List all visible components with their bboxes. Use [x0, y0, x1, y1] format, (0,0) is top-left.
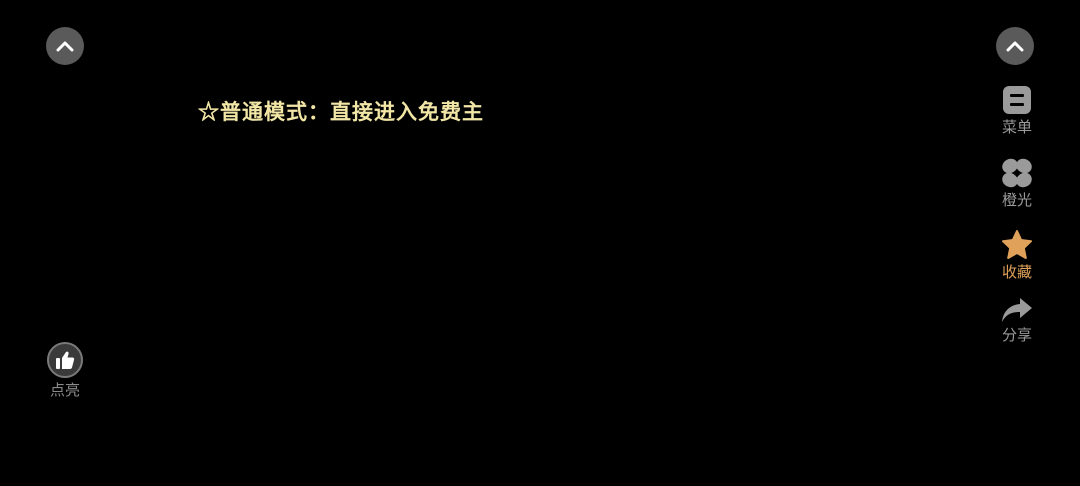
star-icon — [1002, 230, 1032, 259]
share-icon — [1002, 298, 1032, 322]
like-button[interactable]: 点亮 — [43, 342, 87, 399]
sidebar-item-label: 橙光 — [1001, 191, 1032, 209]
like-circle — [47, 342, 83, 378]
sidebar-item-label: 分享 — [1001, 326, 1032, 344]
sidebar-item-orange-light[interactable]: 橙光 — [994, 157, 1040, 209]
chevron-up-icon — [1006, 41, 1024, 52]
orange-light-icon — [1002, 158, 1032, 188]
sidebar-item-label: 收藏 — [1001, 263, 1032, 281]
story-text-line[interactable]: ☆普通模式：直接进入免费主 — [198, 96, 484, 126]
like-label: 点亮 — [49, 381, 80, 399]
sidebar-item-label: 菜单 — [1001, 118, 1032, 136]
thumbs-up-icon — [56, 351, 75, 369]
menu-icon — [1003, 86, 1031, 114]
collapse-up-button-right[interactable] — [996, 27, 1034, 65]
sidebar-item-favorite[interactable]: 收藏 — [994, 229, 1040, 281]
sidebar-item-menu[interactable]: 菜单 — [994, 86, 1040, 136]
collapse-up-button-left[interactable] — [46, 27, 84, 65]
chevron-up-icon — [56, 41, 74, 52]
sidebar-item-share[interactable]: 分享 — [994, 296, 1040, 344]
